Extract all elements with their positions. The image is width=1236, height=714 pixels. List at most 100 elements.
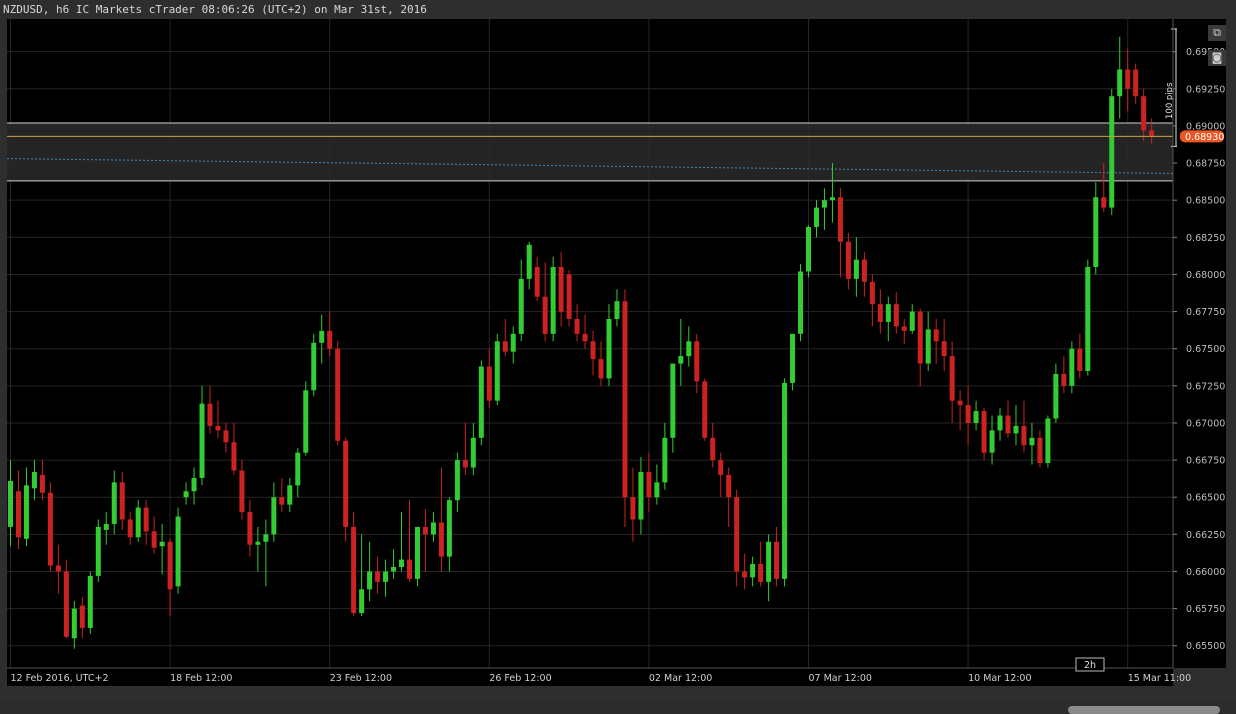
candle-body [534,267,540,297]
candle-body [399,559,405,568]
candle-body [574,318,580,334]
time-tick-label: 12 Feb 2016, UTC+2 [11,673,109,684]
time-tick-label: 23 Feb 12:00 [330,673,392,684]
candle-body [766,541,772,582]
plot-area[interactable] [7,19,1173,668]
candle-bull [1069,341,1075,394]
candle-body [941,341,947,357]
candle-body [55,565,61,572]
candle-body [79,605,85,628]
candle-body [383,571,389,582]
candle-body [470,437,476,468]
price-tick-label: 0.68250 [1186,233,1225,244]
candle-body [997,415,1003,431]
candle-body [391,567,397,572]
price-tick-label: 0.66500 [1186,493,1225,504]
candle-body [981,411,987,453]
price-tick-label: 0.67000 [1186,418,1225,429]
time-tick-label: 07 Mar 12:00 [809,673,872,684]
candle-body [422,526,428,535]
candle-body [909,311,915,331]
price-tick-label: 0.65500 [1186,641,1225,652]
candle-bear [702,378,708,441]
candle-body [1053,373,1059,419]
candle-body [1101,197,1107,208]
candle-body [279,497,285,505]
candle-body [1149,130,1155,137]
candle-body [239,470,245,513]
candle-bull [494,333,500,406]
price-tick-label: 0.66250 [1186,530,1225,541]
price-tick-label: 0.68500 [1186,196,1225,207]
candle-body [758,564,764,582]
candle-body [351,526,357,614]
camera-icon[interactable]: ◙ [1208,50,1226,66]
candle-body [638,471,644,520]
candle-body [590,341,596,360]
candle-body [199,403,205,478]
candle-body [606,318,612,379]
candle-body [215,425,221,431]
candle-bull [478,360,484,446]
time-tick-label: 02 Mar 12:00 [649,673,712,684]
candle-body [1013,425,1019,434]
candle-bear [351,512,357,617]
candle-body [1021,425,1027,446]
candle-body [654,482,660,498]
candle-body [375,571,381,582]
zone-fill [7,122,1173,181]
candlestick-chart[interactable]: 0.68930100 pips 0.655000.657500.660000.6… [0,19,1236,702]
candle-body [933,329,939,342]
candle-bull [806,225,811,278]
candle-body [662,437,668,483]
candle-body [806,226,811,272]
candle-body [430,522,436,535]
candle-body [646,471,652,498]
candle-body [111,482,117,524]
candle-body [151,531,157,548]
candle-bull [414,526,420,587]
candle-body [1125,69,1131,89]
candle-body [135,507,141,538]
candle-body [710,437,716,461]
candle-body [861,259,867,282]
candle-body [295,452,301,486]
candle-body [247,512,253,545]
candle-body [622,301,628,498]
candle-body [798,271,804,334]
candle-body [1061,373,1067,386]
candle-body [478,366,484,438]
chart-title: NZDUSD, h6 IC Markets cTrader 08:06:26 (… [0,0,1236,19]
candle-body [407,559,412,579]
candle-bull [790,333,796,391]
candle-bull [782,378,788,587]
candle-body [670,363,676,438]
candle-body [877,304,883,322]
horizontal-scrollbar-thumb[interactable] [1068,706,1220,714]
candle-body [159,541,165,547]
candle-body [486,366,492,401]
candle-body [630,497,636,520]
candle-body [1005,415,1011,434]
candle-bull [87,571,93,634]
candle-body [494,341,500,401]
candle-body [518,278,524,334]
candle-body [925,329,931,364]
candle-body [742,571,748,578]
price-tick-label: 0.67500 [1186,344,1225,355]
candle-bull [798,264,804,342]
candle-body [694,341,700,382]
candle-body [438,522,444,557]
candle-body [343,440,349,527]
candle-body [790,333,796,383]
candle-body [526,244,532,279]
price-tick-label: 0.69250 [1186,84,1225,95]
popout-icon[interactable]: ⧉ [1208,25,1226,41]
candle-body [327,330,333,349]
candle-body [15,491,21,538]
price-tick-label: 0.67250 [1186,381,1225,392]
candle-body [686,341,692,357]
candle-bull [175,507,181,594]
candle-body [1141,96,1147,131]
price-tick-label: 0.66750 [1186,456,1225,467]
